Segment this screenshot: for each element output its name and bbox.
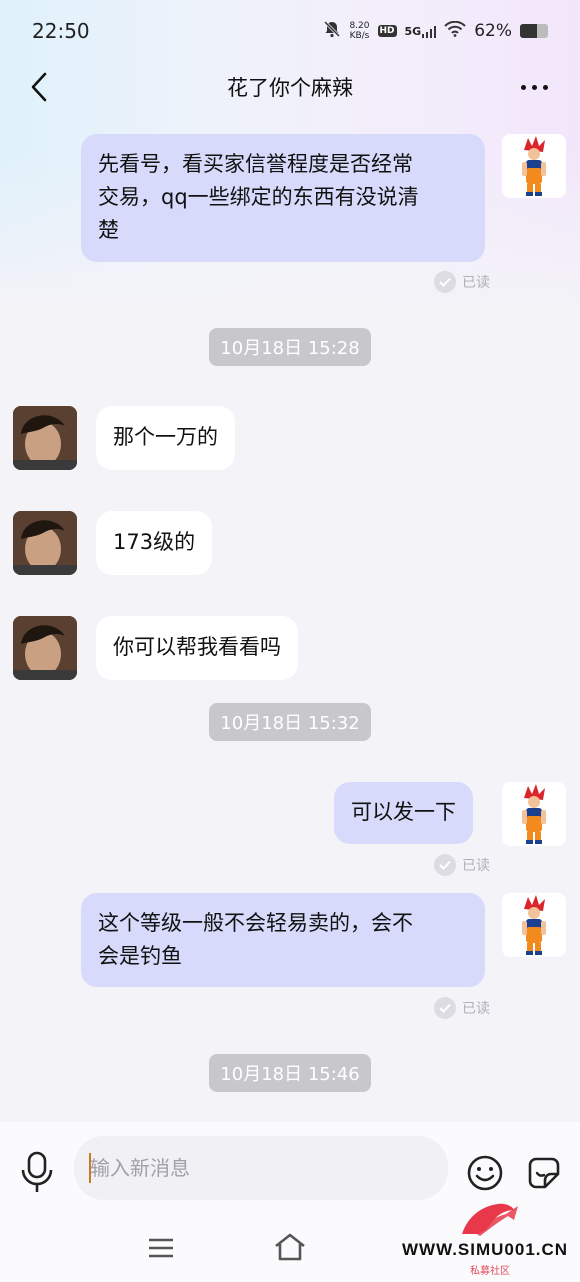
message-line: 交易，qq一些绑定的东西有没说清	[98, 185, 419, 209]
my-message-bubble[interactable]: 先看号，看买家信誉程度是否经常 交易，qq一些绑定的东西有没说清 楚	[81, 134, 485, 262]
message-text: 可以发一下	[351, 800, 456, 824]
read-check-icon	[434, 997, 456, 1019]
more-dot-icon	[531, 84, 537, 90]
text-cursor	[89, 1153, 91, 1183]
read-label: 已读	[462, 1001, 490, 1017]
time-divider: 10月18日 15:46	[209, 1054, 371, 1092]
message-line: 这个等级一般不会轻易卖的，会不	[98, 911, 413, 935]
message-line: 会是钓鱼	[98, 944, 182, 968]
emoji-button[interactable]	[466, 1154, 504, 1192]
read-receipt: 已读	[434, 271, 490, 293]
message-line: 楚	[98, 218, 119, 242]
back-button[interactable]	[24, 72, 54, 102]
my-avatar[interactable]	[502, 782, 566, 846]
mute-bell-icon	[323, 20, 341, 43]
message-text: 173级的	[113, 530, 196, 554]
voice-input-button[interactable]	[18, 1150, 56, 1194]
contact-avatar[interactable]	[13, 406, 77, 470]
my-message-bubble[interactable]: 可以发一下	[334, 782, 473, 844]
signal-icon: 5G	[405, 25, 437, 38]
my-avatar[interactable]	[502, 134, 566, 198]
network-speed-unit: KB/s	[349, 31, 370, 41]
contact-avatar[interactable]	[13, 616, 77, 680]
smiley-icon	[467, 1155, 503, 1191]
contact-message-bubble[interactable]: 173级的	[96, 511, 213, 575]
watermark-logo-icon	[462, 1203, 518, 1236]
time-divider: 10月18日 15:32	[209, 703, 371, 741]
network-type: 5G	[404, 24, 422, 38]
home-button[interactable]	[272, 1232, 308, 1262]
message-line: 先看号，看买家信誉程度是否经常	[98, 152, 413, 176]
status-time: 22:50	[32, 19, 90, 43]
goku-avatar-icon	[522, 136, 546, 196]
contact-avatar[interactable]	[13, 511, 77, 575]
battery-icon	[520, 24, 548, 38]
goku-avatar-icon	[522, 895, 546, 955]
more-dot-icon	[520, 84, 526, 90]
read-check-icon	[434, 271, 456, 293]
hd-badge: HD	[377, 25, 397, 37]
more-dot-icon	[542, 84, 548, 90]
watermark-subtext: 私募社区	[470, 1266, 510, 1277]
read-check-icon	[434, 854, 456, 876]
sticker-icon	[528, 1157, 560, 1189]
my-message-bubble[interactable]: 这个等级一般不会轻易卖的，会不 会是钓鱼	[81, 893, 485, 987]
home-icon	[275, 1233, 305, 1261]
my-avatar[interactable]	[502, 893, 566, 957]
chevron-left-icon	[31, 72, 47, 102]
more-options-button[interactable]	[514, 74, 554, 100]
recent-apps-button[interactable]	[146, 1236, 176, 1260]
wifi-icon	[444, 20, 466, 42]
watermark: WWW.SIMU001.CN 私募社区	[402, 1196, 578, 1282]
network-speed: 8.20 KB/s	[349, 21, 369, 41]
contact-message-bubble[interactable]: 那个一万的	[96, 406, 235, 470]
chat-title: 花了你个麻辣	[227, 76, 353, 100]
message-text: 你可以帮我看看吗	[113, 635, 281, 659]
status-icons: 8.20 KB/s HD 5G 62%	[323, 20, 548, 43]
battery-percent: 62%	[474, 21, 512, 41]
message-text: 那个一万的	[113, 425, 218, 449]
chat-header: 花了你个麻辣	[0, 62, 580, 112]
time-divider: 10月18日 15:28	[209, 328, 371, 366]
sticker-button[interactable]	[525, 1154, 563, 1192]
contact-message-bubble[interactable]: 你可以帮我看看吗	[96, 616, 298, 680]
goku-avatar-icon	[522, 784, 546, 844]
read-label: 已读	[462, 275, 490, 291]
read-receipt: 已读	[434, 997, 490, 1019]
network-speed-value: 8.20	[349, 21, 370, 31]
menu-lines-icon	[149, 1238, 173, 1258]
microphone-icon	[21, 1151, 53, 1192]
status-bar: 22:50 8.20 KB/s HD 5G 62%	[0, 0, 580, 62]
read-label: 已读	[462, 858, 490, 874]
contact-photo-icon	[13, 406, 77, 470]
read-receipt: 已读	[434, 854, 490, 876]
contact-photo-icon	[13, 616, 77, 680]
message-input[interactable]	[74, 1136, 448, 1200]
battery-fill	[520, 24, 538, 38]
watermark-text: WWW.SIMU001.CN	[402, 1240, 569, 1259]
contact-photo-icon	[13, 511, 77, 575]
